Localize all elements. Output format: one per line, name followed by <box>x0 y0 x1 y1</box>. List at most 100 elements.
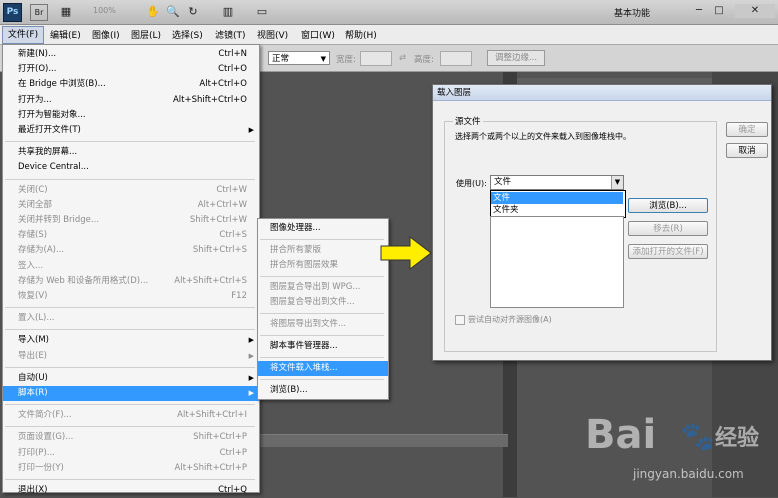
menu-separator <box>5 141 255 143</box>
menu-help[interactable]: 帮助(H) <box>345 28 377 41</box>
br-icon[interactable]: Br <box>30 4 48 21</box>
menu-item-shortcut: Shift+Ctrl+S <box>192 245 247 256</box>
screen-icon[interactable]: ▭ <box>254 4 270 19</box>
file-list[interactable] <box>490 216 624 308</box>
menu-select[interactable]: 选择(S) <box>172 28 203 41</box>
menu-filter[interactable]: 滤镜(T) <box>215 28 246 41</box>
menu-layer[interactable]: 图层(L) <box>131 28 161 41</box>
menu-item-shortcut: Alt+Shift+Ctrl+O <box>172 94 247 105</box>
minimize-icon[interactable]: ─ <box>690 4 708 18</box>
browse-button[interactable]: 浏览(B)... <box>628 198 708 213</box>
file-menu-item[interactable]: Device Central... <box>3 160 259 175</box>
add-open-files-button[interactable]: 添加打开的文件(F) <box>628 244 708 259</box>
file-menu-item[interactable]: 存储为(A)... Shift+Ctrl+S <box>3 243 259 258</box>
menu-item-label: 将图层导出到文件... <box>270 319 347 329</box>
remove-button[interactable]: 移去(R) <box>628 221 708 236</box>
file-menu-item[interactable]: 关闭全部 Alt+Ctrl+W <box>3 198 259 213</box>
watermark-brand: Bai <box>585 412 657 458</box>
file-menu-item[interactable]: 存储为 Web 和设备所用格式(D)... Alt+Shift+Ctrl+S <box>3 274 259 289</box>
menu-separator <box>5 366 255 368</box>
file-menu-item[interactable]: 最近打开文件(T) ▶ <box>3 123 259 138</box>
menu-item-label: 导入(M) <box>18 335 49 346</box>
menu-item-label: 最近打开文件(T) <box>18 125 81 135</box>
file-menu-item[interactable]: 打印(P)... Ctrl+P <box>3 446 259 461</box>
file-menu-item[interactable]: 置入(L)... <box>3 311 259 326</box>
zoom-icon[interactable]: 🔍 <box>166 4 180 19</box>
option-folder[interactable]: 文件夹 <box>491 204 623 216</box>
menu-separator <box>5 426 255 428</box>
menu-view[interactable]: 视图(V) <box>257 28 288 41</box>
use-select[interactable]: 文件 ▼ <box>490 175 624 190</box>
rotate-icon[interactable]: ↻ <box>186 4 200 19</box>
workspace-switcher[interactable]: 基本功能 <box>614 6 650 19</box>
arrange-icon[interactable]: ▥ <box>220 4 236 19</box>
style-select[interactable]: 正常 ▼ <box>268 51 330 65</box>
menu-window[interactable]: 窗口(W) <box>301 28 335 41</box>
file-menu-item[interactable]: 打印一份(Y) Alt+Shift+Ctrl+P <box>3 461 259 476</box>
file-menu-item[interactable]: 共享我的屏幕... <box>3 145 259 160</box>
menu-image[interactable]: 图像(I) <box>92 28 120 41</box>
script-submenu: 图像处理器... 拼合所有蒙版 拼合所有图层效果 图层复合导出到 WPG... 图层复合… <box>257 218 389 400</box>
file-menu-item[interactable]: 签入... <box>3 259 259 274</box>
close-icon[interactable]: ✕ <box>735 4 775 18</box>
file-menu: 新建(N)... Ctrl+N 打开(O)... Ctrl+O 在 Bridge 中浏览… <box>2 44 260 495</box>
file-menu-item[interactable]: 关闭(C) Ctrl+W <box>3 183 259 198</box>
auto-align-checkbox[interactable] <box>455 315 465 325</box>
menu-separator <box>260 357 384 358</box>
menu-item-label: 关闭全部 <box>18 199 53 210</box>
script-menu-item[interactable]: 将文件载入堆栈... <box>258 361 388 376</box>
hand-icon[interactable]: ✋ <box>146 4 160 19</box>
file-menu-item[interactable]: 自动(U) ▶ <box>3 371 259 386</box>
menu-item-label: 导出(E) <box>18 350 48 361</box>
script-menu-item[interactable]: 拼合所有蒙版 <box>258 243 388 258</box>
script-menu-item[interactable]: 图像处理器... <box>258 221 388 236</box>
script-menu-item[interactable]: 图层复合导出到 WPG... <box>258 280 388 295</box>
use-value: 文件 <box>494 177 512 187</box>
file-menu-item[interactable]: 关闭并转到 Bridge... Shift+Ctrl+W <box>3 213 259 228</box>
ok-button[interactable]: 确定 <box>726 122 768 137</box>
menu-item-label: 图层复合导出到文件... <box>270 297 355 307</box>
instructions-text: 选择两个或两个以上的文件来载入到图像堆栈中。 <box>455 132 631 141</box>
file-menu-item[interactable]: 脚本(R) ▶ <box>3 386 259 401</box>
menu-item-label: 脚本(R) <box>18 388 48 398</box>
file-menu-item[interactable]: 打开为智能对象... <box>3 108 259 123</box>
maximize-icon[interactable]: □ <box>710 4 728 18</box>
menu-item-label: 页面设置(G)... <box>18 432 74 443</box>
menu-item-shortcut: Alt+Ctrl+O <box>199 79 247 90</box>
menu-separator <box>5 178 255 180</box>
height-label: 高度: <box>414 55 434 65</box>
file-menu-item[interactable]: 在 Bridge 中浏览(B)... Alt+Ctrl+O <box>3 77 259 92</box>
width-field[interactable] <box>360 51 392 66</box>
chevron-down-icon: ▼ <box>611 176 623 189</box>
file-menu-item[interactable]: 新建(N)... Ctrl+N <box>3 47 259 62</box>
file-menu-item[interactable]: 打开(O)... Ctrl+O <box>3 62 259 77</box>
file-menu-item[interactable]: 导出(E) ▶ <box>3 349 259 364</box>
file-menu-item[interactable]: 退出(X) Ctrl+Q <box>3 483 259 498</box>
menu-item-label: 打印(P)... <box>18 447 55 458</box>
menu-item-shortcut: Ctrl+P <box>219 447 247 458</box>
file-menu-item[interactable]: 恢复(V) F12 <box>3 289 259 304</box>
script-menu-item[interactable]: 拼合所有图层效果 <box>258 258 388 273</box>
refine-edge-button[interactable]: 调整边缘... <box>487 50 545 66</box>
script-menu-item[interactable]: 脚本事件管理器... <box>258 339 388 354</box>
zoom-level[interactable]: 100% <box>93 6 116 15</box>
cancel-button[interactable]: 取消 <box>726 143 768 158</box>
application-bar: Ps Br ▦ 100% ✋ 🔍 ↻ ▥ ▭ 基本功能 ─ □ ✕ <box>0 0 778 25</box>
file-menu-item[interactable]: 页面设置(G)... Shift+Ctrl+P <box>3 430 259 445</box>
menu-item-label: 存储为(A)... <box>18 245 65 256</box>
swap-icon[interactable]: ⇄ <box>399 53 406 63</box>
watermark-brand2: 经验 <box>715 426 760 451</box>
file-menu-item[interactable]: 文件简介(F)... Alt+Shift+Ctrl+I <box>3 408 259 423</box>
script-menu-item[interactable]: 将图层导出到文件... <box>258 317 388 332</box>
menu-item-label: 关闭(C) <box>18 184 48 195</box>
menu-edit[interactable]: 编辑(E) <box>50 28 81 41</box>
file-menu-item[interactable]: 存储(S) Ctrl+S <box>3 228 259 243</box>
file-menu-item[interactable]: 导入(M) ▶ <box>3 333 259 348</box>
script-menu-item[interactable]: 浏览(B)... <box>258 383 388 398</box>
option-files[interactable]: 文件 <box>491 192 623 204</box>
file-menu-item[interactable]: 打开为... Alt+Shift+Ctrl+O <box>3 93 259 108</box>
screen-mode-icon[interactable]: ▦ <box>58 4 74 19</box>
script-menu-item[interactable]: 图层复合导出到文件... <box>258 295 388 310</box>
menu-file[interactable]: 文件(F) <box>2 26 44 44</box>
height-field[interactable] <box>440 51 472 66</box>
